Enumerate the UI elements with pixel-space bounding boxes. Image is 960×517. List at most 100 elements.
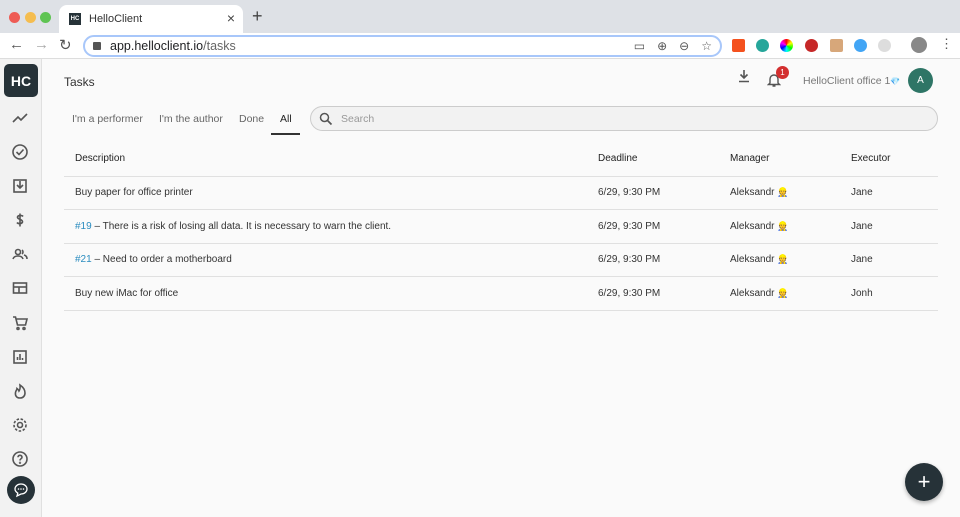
task-deadline: 6/29, 9:30 PM <box>587 276 719 311</box>
reports-icon[interactable] <box>11 348 29 366</box>
zoom-in-icon[interactable]: ⊕ <box>657 39 667 53</box>
search-input[interactable]: Search <box>310 106 938 131</box>
diamond-icon: 💎 <box>890 77 901 86</box>
task-id-link[interactable]: #19 <box>75 221 92 232</box>
chat-icon <box>14 483 28 498</box>
analytics-icon[interactable] <box>11 109 29 127</box>
manager-name: Aleksandr <box>730 220 775 232</box>
cart-icon[interactable] <box>11 314 29 332</box>
notification-badge: 1 <box>776 66 789 79</box>
chat-button[interactable] <box>7 476 35 504</box>
back-icon[interactable]: ← <box>9 36 24 53</box>
reload-icon[interactable]: ↻ <box>59 36 72 54</box>
tab-all[interactable]: All <box>280 113 292 125</box>
task-executor: Jonh <box>840 276 938 311</box>
app-logo[interactable]: HC <box>4 64 38 97</box>
table-row[interactable]: #21 – Need to order a motherboard 6/29, … <box>64 243 938 277</box>
task-deadline: 6/29, 9:30 PM <box>587 209 719 244</box>
manager-emoji-icon: 👷 <box>777 220 789 231</box>
extension-icon[interactable] <box>854 39 867 52</box>
task-deadline: 6/29, 9:30 PM <box>587 243 719 277</box>
task-description-text: Buy paper for office printer <box>75 187 193 199</box>
clients-icon[interactable] <box>11 245 29 263</box>
tab-done[interactable]: Done <box>239 113 264 125</box>
manager-emoji-icon: 👷 <box>777 287 789 298</box>
active-tab-indicator <box>271 133 300 135</box>
address-bar[interactable]: app.helloclient.io/tasks ▭ ⊕ ⊖ ☆ <box>83 35 722 57</box>
url-path: /tasks <box>203 39 236 53</box>
inbox-icon[interactable] <box>11 177 29 195</box>
extension-icon[interactable] <box>805 39 818 52</box>
manager-name: Aleksandr <box>730 287 775 299</box>
manager-emoji-icon: 👷 <box>777 254 789 265</box>
task-deadline: 6/29, 9:30 PM <box>587 176 719 210</box>
fire-icon[interactable] <box>11 382 29 400</box>
add-task-button[interactable]: + <box>905 463 943 501</box>
maximize-window-button[interactable] <box>40 12 51 23</box>
extension-icon[interactable] <box>756 39 769 52</box>
tasks-table: Description Deadline Manager Executor Bu… <box>64 142 938 311</box>
page-title: Tasks <box>64 75 95 89</box>
task-manager: Aleksandr 👷 <box>719 209 840 244</box>
bookmark-star-icon[interactable]: ☆ <box>701 39 712 53</box>
col-manager[interactable]: Manager <box>719 142 840 177</box>
org-name-text: HelloClient office 1 <box>803 75 891 87</box>
table-row[interactable]: Buy paper for office printer 6/29, 9:30 … <box>64 176 938 210</box>
help-icon[interactable] <box>11 450 29 468</box>
tab-author[interactable]: I'm the author <box>159 113 223 125</box>
tab-performer[interactable]: I'm a performer <box>72 113 143 125</box>
profile-icon[interactable] <box>911 37 927 53</box>
search-icon <box>319 112 333 125</box>
table-row[interactable]: #19 – There is a risk of losing all data… <box>64 209 938 244</box>
new-tab-button[interactable]: + <box>252 6 263 27</box>
task-description[interactable]: Buy new iMac for office <box>64 276 587 311</box>
col-deadline[interactable]: Deadline <box>587 142 719 177</box>
menu-icon[interactable]: ⋮ <box>940 36 953 52</box>
forward-icon[interactable]: → <box>34 36 49 53</box>
task-executor: Jane <box>840 176 938 210</box>
search-placeholder: Search <box>341 112 375 125</box>
close-tab-icon[interactable]: × <box>227 10 235 26</box>
cast-icon[interactable]: ▭ <box>634 39 645 53</box>
manager-name: Aleksandr <box>730 254 775 266</box>
sidebar: HC <box>0 59 42 517</box>
dollar-icon[interactable] <box>11 211 29 229</box>
close-window-button[interactable] <box>9 12 20 23</box>
task-manager: Aleksandr 👷 <box>719 276 840 311</box>
col-description[interactable]: Description <box>64 142 587 177</box>
col-executor[interactable]: Executor <box>840 142 938 177</box>
task-id-link[interactable]: #21 <box>75 254 92 265</box>
organization-name[interactable]: HelloClient office 1💎 <box>803 75 900 87</box>
tasks-icon[interactable] <box>11 143 29 161</box>
task-description[interactable]: #21 – Need to order a motherboard <box>64 243 587 277</box>
task-description[interactable]: Buy paper for office printer <box>64 176 587 210</box>
task-description-text: – Need to order a motherboard <box>91 254 232 266</box>
task-manager: Aleksandr 👷 <box>719 176 840 210</box>
dashboard-icon[interactable] <box>11 279 29 297</box>
manager-name: Aleksandr <box>730 187 775 199</box>
extension-icon[interactable] <box>732 39 745 52</box>
table-header: Description Deadline Manager Executor <box>64 142 938 177</box>
minimize-window-button[interactable] <box>25 12 36 23</box>
extension-icon[interactable] <box>780 39 793 52</box>
task-description[interactable]: #19 – There is a risk of losing all data… <box>64 209 587 244</box>
settings-icon[interactable] <box>11 416 29 434</box>
zoom-out-icon[interactable]: ⊖ <box>679 39 689 53</box>
table-row[interactable]: Buy new iMac for office 6/29, 9:30 PM Al… <box>64 276 938 311</box>
download-icon[interactable] <box>737 68 751 84</box>
extension-icon[interactable] <box>878 39 891 52</box>
favicon: HC <box>69 13 81 25</box>
manager-emoji-icon: 👷 <box>777 187 789 198</box>
task-description-text: – There is a risk of losing all data. It… <box>91 220 392 232</box>
user-avatar[interactable]: A <box>908 68 933 93</box>
browser-tab[interactable]: HC HelloClient × <box>59 5 243 33</box>
task-executor: Jane <box>840 209 938 244</box>
url-host: app.helloclient.io <box>110 39 204 53</box>
tab-title: HelloClient <box>89 13 143 25</box>
browser-tab-bar: HC HelloClient × + <box>0 0 960 33</box>
task-description-text: Buy new iMac for office <box>75 287 179 299</box>
task-manager: Aleksandr 👷 <box>719 243 840 277</box>
extension-icon[interactable] <box>830 39 843 52</box>
lock-icon <box>93 42 101 50</box>
browser-toolbar: ← → ↻ app.helloclient.io/tasks ▭ ⊕ ⊖ ☆ ⋮ <box>0 33 960 59</box>
